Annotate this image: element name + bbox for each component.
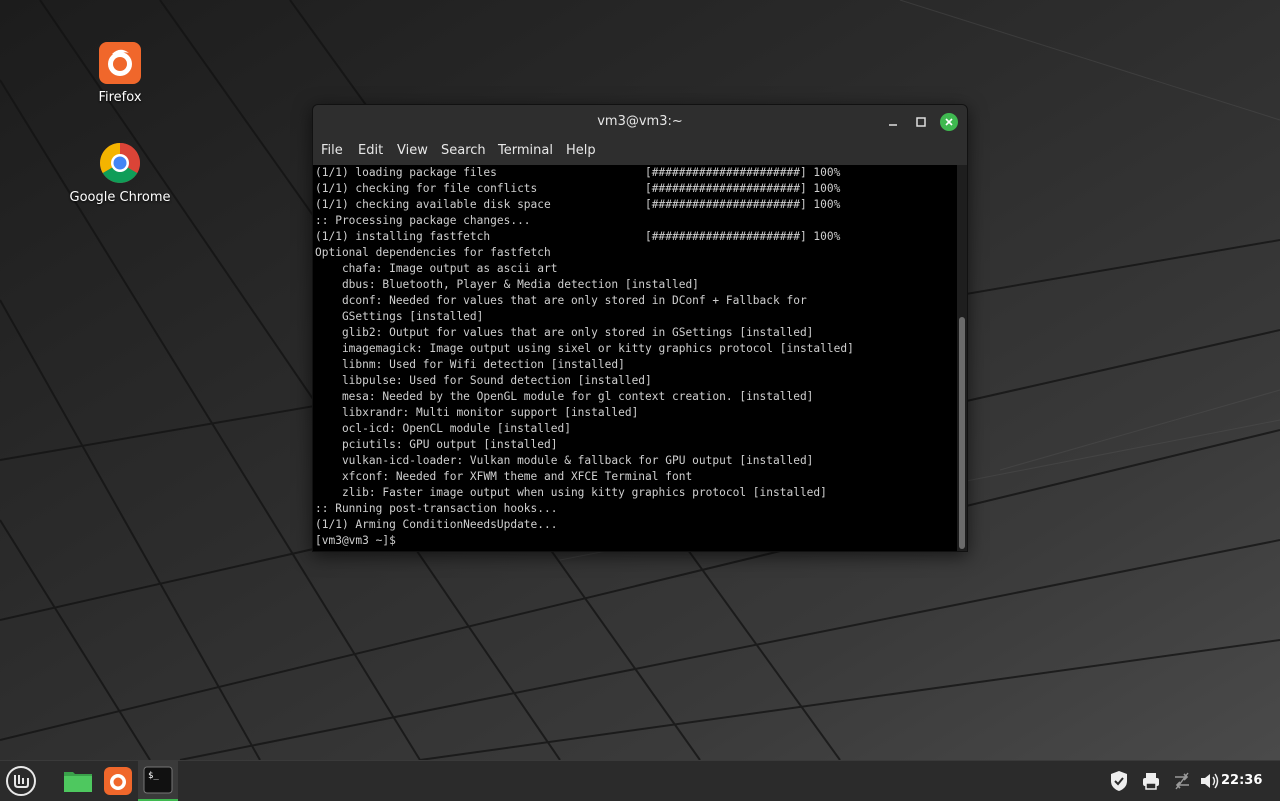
terminal-line: (1/1) checking available disk space [###… xyxy=(315,198,841,211)
menu-edit[interactable]: Edit xyxy=(358,143,383,158)
close-button[interactable] xyxy=(940,113,958,131)
minimize-icon xyxy=(889,124,897,126)
terminal-line: dbus: Bluetooth, Player & Media detectio… xyxy=(315,278,699,291)
taskbar-terminal[interactable]: $_ xyxy=(138,761,178,801)
menu-button[interactable] xyxy=(0,761,42,801)
menu-search[interactable]: Search xyxy=(441,143,486,158)
printer-icon xyxy=(1143,773,1159,790)
terminal-icon: $_ xyxy=(143,766,173,794)
menu-file[interactable]: File xyxy=(321,143,343,158)
terminal-lines: (1/1) loading package files [###########… xyxy=(315,165,854,549)
terminal-line: dconf: Needed for values that are only s… xyxy=(315,294,807,307)
desktop-icon-label: Google Chrome xyxy=(69,190,171,205)
terminal-line: Optional dependencies for fastfetch xyxy=(315,246,551,259)
tray-security[interactable] xyxy=(1107,761,1131,801)
terminal-line: xfconf: Needed for XFWM theme and XFCE T… xyxy=(315,470,693,483)
desktop-icon-label: Firefox xyxy=(98,90,142,105)
terminal-line: ocl-icd: OpenCL module [installed] xyxy=(315,422,571,435)
firefox-icon xyxy=(99,42,141,84)
chrome-icon xyxy=(99,142,141,184)
terminal-line: chafa: Image output as ascii art xyxy=(315,262,558,275)
menu-terminal[interactable]: Terminal xyxy=(498,143,553,158)
maximize-icon xyxy=(916,117,926,127)
minimize-button[interactable] xyxy=(884,113,902,131)
terminal-line: glib2: Output for values that are only s… xyxy=(315,326,814,339)
network-icon xyxy=(1175,772,1189,790)
terminal-line: (1/1) loading package files [###########… xyxy=(315,166,841,179)
tray-printer[interactable] xyxy=(1139,761,1163,801)
shield-icon xyxy=(1111,771,1127,791)
terminal-line: libnm: Used for Wifi detection [installe… xyxy=(315,358,625,371)
scrollbar-thumb[interactable] xyxy=(959,317,965,549)
taskbar-files[interactable] xyxy=(58,761,98,801)
desktop-icon-chrome[interactable]: Google Chrome xyxy=(65,142,175,205)
terminal-line: (1/1) installing fastfetch [############… xyxy=(315,230,841,243)
window-titlebar[interactable]: vm3@vm3:~ xyxy=(313,105,967,139)
terminal-output[interactable]: (1/1) loading package files [###########… xyxy=(313,165,957,551)
menu-help[interactable]: Help xyxy=(566,143,596,158)
menu-bar: File Edit View Search Terminal Help xyxy=(313,139,967,165)
tray-network[interactable] xyxy=(1170,761,1194,801)
close-icon xyxy=(940,113,958,131)
terminal-window[interactable]: vm3@vm3:~ File Edit View Search Terminal… xyxy=(312,104,968,552)
window-title: vm3@vm3:~ xyxy=(597,114,683,129)
desktop-icon-firefox[interactable]: Firefox xyxy=(65,42,175,105)
terminal-line: GSettings [installed] xyxy=(315,310,484,323)
terminal-prompt: [vm3@vm3 ~]$ xyxy=(315,534,396,547)
clock[interactable]: 22:36 xyxy=(1221,773,1262,788)
terminal-line: (1/1) checking for file conflicts [#####… xyxy=(315,182,841,195)
terminal-line: :: Processing package changes... xyxy=(315,214,531,227)
terminal-line: :: Running post-transaction hooks... xyxy=(315,502,558,515)
terminal-line: imagemagick: Image output using sixel or… xyxy=(315,342,854,355)
terminal-scrollbar[interactable] xyxy=(957,165,967,551)
tray-volume[interactable] xyxy=(1197,761,1221,801)
volume-icon xyxy=(1201,773,1219,789)
terminal-line: vulkan-icd-loader: Vulkan module & fallb… xyxy=(315,454,814,467)
terminal-line: pciutils: GPU output [installed] xyxy=(315,438,558,451)
terminal-line: zlib: Faster image output when using kit… xyxy=(315,486,827,499)
taskbar: $_ 22:36 xyxy=(0,760,1280,801)
firefox-icon xyxy=(104,767,132,795)
terminal-line: libpulse: Used for Sound detection [inst… xyxy=(315,374,652,387)
files-icon xyxy=(64,772,92,792)
svg-text:$_: $_ xyxy=(148,771,159,781)
terminal-line: mesa: Needed by the OpenGL module for gl… xyxy=(315,390,814,403)
taskbar-firefox[interactable] xyxy=(98,761,138,801)
maximize-button[interactable] xyxy=(912,113,930,131)
desktop: Firefox Google Chrome vm3@vm3:~ File Edi… xyxy=(0,0,1280,760)
menu-icon xyxy=(6,766,36,796)
terminal-line: libxrandr: Multi monitor support [instal… xyxy=(315,406,639,419)
terminal-line: (1/1) Arming ConditionNeedsUpdate... xyxy=(315,518,558,531)
menu-view[interactable]: View xyxy=(397,143,428,158)
